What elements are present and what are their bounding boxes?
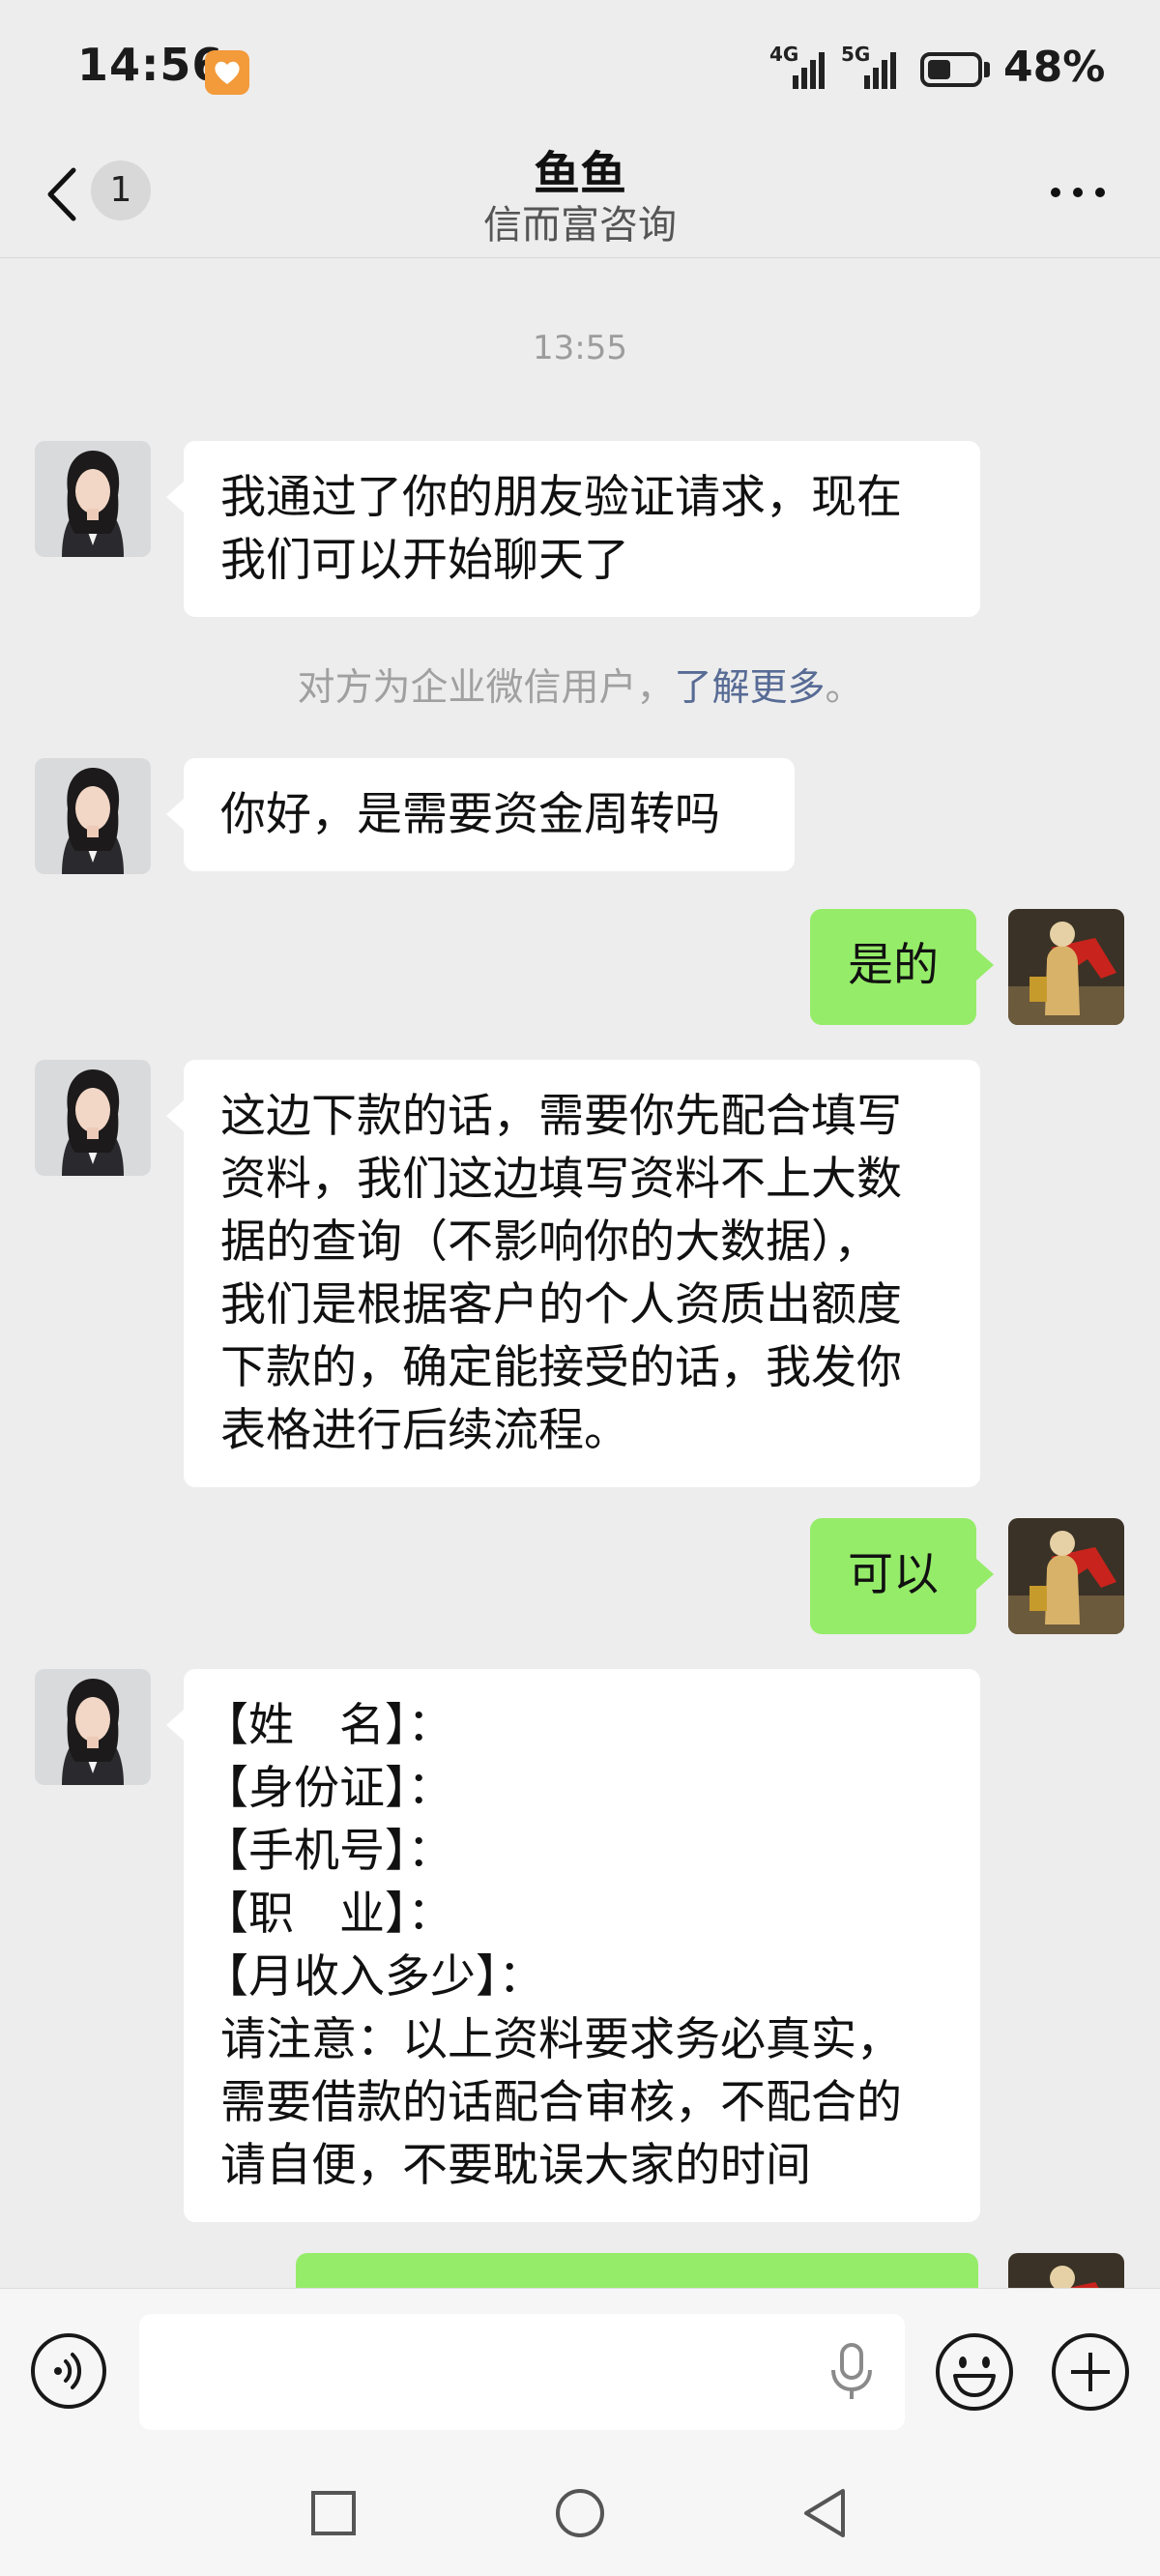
- battery-percent: 48%: [1003, 43, 1106, 92]
- system-notice-suffix: 。: [825, 666, 863, 710]
- chat-screen: 14:56 4G 5G 48% 1 鱼鱼 信而富咨询 13:55 我通过了你的朋…: [0, 0, 1160, 2576]
- message-line: 【身份证】：: [203, 1762, 453, 1815]
- message-line: 是的: [848, 939, 939, 992]
- more-functions-button[interactable]: [1050, 2331, 1131, 2413]
- avatar-image: [35, 758, 151, 874]
- voice-button[interactable]: [29, 2331, 108, 2411]
- system-notice-text: 对方为企业微信用户，: [297, 666, 675, 710]
- message-line: 下款的，确定能接受的话，我发你: [220, 1341, 902, 1394]
- message-line: 资料，我们这边填写资料不上大数: [220, 1153, 902, 1206]
- chat-header: 1 鱼鱼 信而富咨询: [0, 135, 1160, 258]
- message-line: 这边下款的话，需要你先配合填写: [220, 1090, 902, 1143]
- home-button[interactable]: [546, 2479, 614, 2547]
- more-dots-icon: [1051, 188, 1105, 197]
- contact-avatar[interactable]: [35, 758, 151, 874]
- avatar-image: [35, 1669, 151, 1785]
- circle-icon: [556, 2489, 604, 2537]
- contact-avatar[interactable]: [35, 441, 151, 557]
- microphone-icon: [831, 2343, 872, 2399]
- avatar-image: [35, 1060, 151, 1176]
- message-line: 【月收入多少】：: [203, 1950, 544, 2004]
- message-line: 可以: [848, 1548, 939, 1601]
- more-button[interactable]: [1046, 178, 1114, 207]
- message-input[interactable]: [139, 2314, 905, 2430]
- message-bubble-incoming[interactable]: 【姓 名】： 【身份证】： 【手机号】： 【职 业】： 【月收入多少】： 请注意…: [166, 1669, 980, 2222]
- recent-apps-button[interactable]: [300, 2479, 367, 2547]
- battery-fill: [928, 60, 950, 79]
- chat-timestamp: 13:55: [533, 329, 627, 367]
- signal-bars-icon: [864, 52, 896, 89]
- contact-avatar[interactable]: [35, 1669, 151, 1785]
- status-time: 14:56: [77, 39, 224, 91]
- triangle-back-icon: [804, 2489, 845, 2537]
- message-line: 我们是根据客户的个人资质出额度: [220, 1278, 902, 1332]
- plus-icon: [1052, 2333, 1129, 2411]
- message-line: 【姓 名】：: [203, 1699, 453, 1752]
- battery-cap: [984, 62, 990, 77]
- message-line: 【职 业】：: [203, 1888, 453, 1941]
- message-bubble-incoming[interactable]: 你好，是需要资金周转吗: [166, 758, 795, 871]
- unread-count-badge[interactable]: 1: [91, 161, 151, 220]
- avatar-image: [1008, 1518, 1124, 1634]
- message-line: 请注意：以上资料要求务必真实，: [220, 2013, 902, 2066]
- battery-icon: [920, 52, 982, 87]
- message-bubble-incoming[interactable]: 我通过了你的朋友验证请求，现在 我们可以开始聊天了: [166, 441, 980, 617]
- microphone-button[interactable]: [827, 2341, 876, 2403]
- emoji-icon: [936, 2333, 1013, 2411]
- signal-bars-icon: [793, 52, 825, 89]
- message-bubble-outgoing[interactable]: 是的: [810, 909, 994, 1025]
- square-icon: [311, 2491, 356, 2535]
- contact-company: 信而富咨询: [483, 203, 677, 248]
- message-line: 请自便，不要耽误大家的时间: [220, 2139, 811, 2192]
- message-line: 我通过了你的朋友验证请求，现在: [220, 471, 902, 524]
- message-line: 我们可以开始聊天了: [220, 534, 629, 587]
- message-bubble-outgoing[interactable]: 可以: [810, 1518, 994, 1634]
- message-line: 据的查询（不影响你的大数据），: [220, 1215, 880, 1269]
- message-line: 表格进行后续流程。: [220, 1404, 629, 1457]
- message-bubble-incoming[interactable]: 这边下款的话，需要你先配合填写 资料，我们这边填写资料不上大数 据的查询（不影响…: [166, 1060, 980, 1487]
- emoji-button[interactable]: [934, 2331, 1015, 2413]
- my-avatar[interactable]: [1008, 909, 1124, 1025]
- message-line: 需要借款的话配合审核，不配合的: [220, 2076, 902, 2129]
- avatar-image: [1008, 909, 1124, 1025]
- system-notice: 对方为企业微信用户，了解更多。: [0, 658, 1160, 712]
- voice-icon: [31, 2333, 106, 2409]
- contact-avatar[interactable]: [35, 1060, 151, 1176]
- chevron-left-icon: [47, 167, 76, 221]
- message-line: 你好，是需要资金周转吗: [220, 788, 720, 841]
- message-line: 【手机号】：: [203, 1825, 453, 1878]
- my-avatar[interactable]: [1008, 1518, 1124, 1634]
- heart-badge-icon: [205, 50, 249, 95]
- status-bar: 14:56 4G 5G 48%: [0, 0, 1160, 135]
- back-nav-button[interactable]: [793, 2479, 860, 2547]
- input-bar: [0, 2288, 1160, 2451]
- learn-more-link[interactable]: 了解更多: [674, 666, 825, 710]
- system-navigation-bar: [0, 2450, 1160, 2576]
- avatar-image: [35, 441, 151, 557]
